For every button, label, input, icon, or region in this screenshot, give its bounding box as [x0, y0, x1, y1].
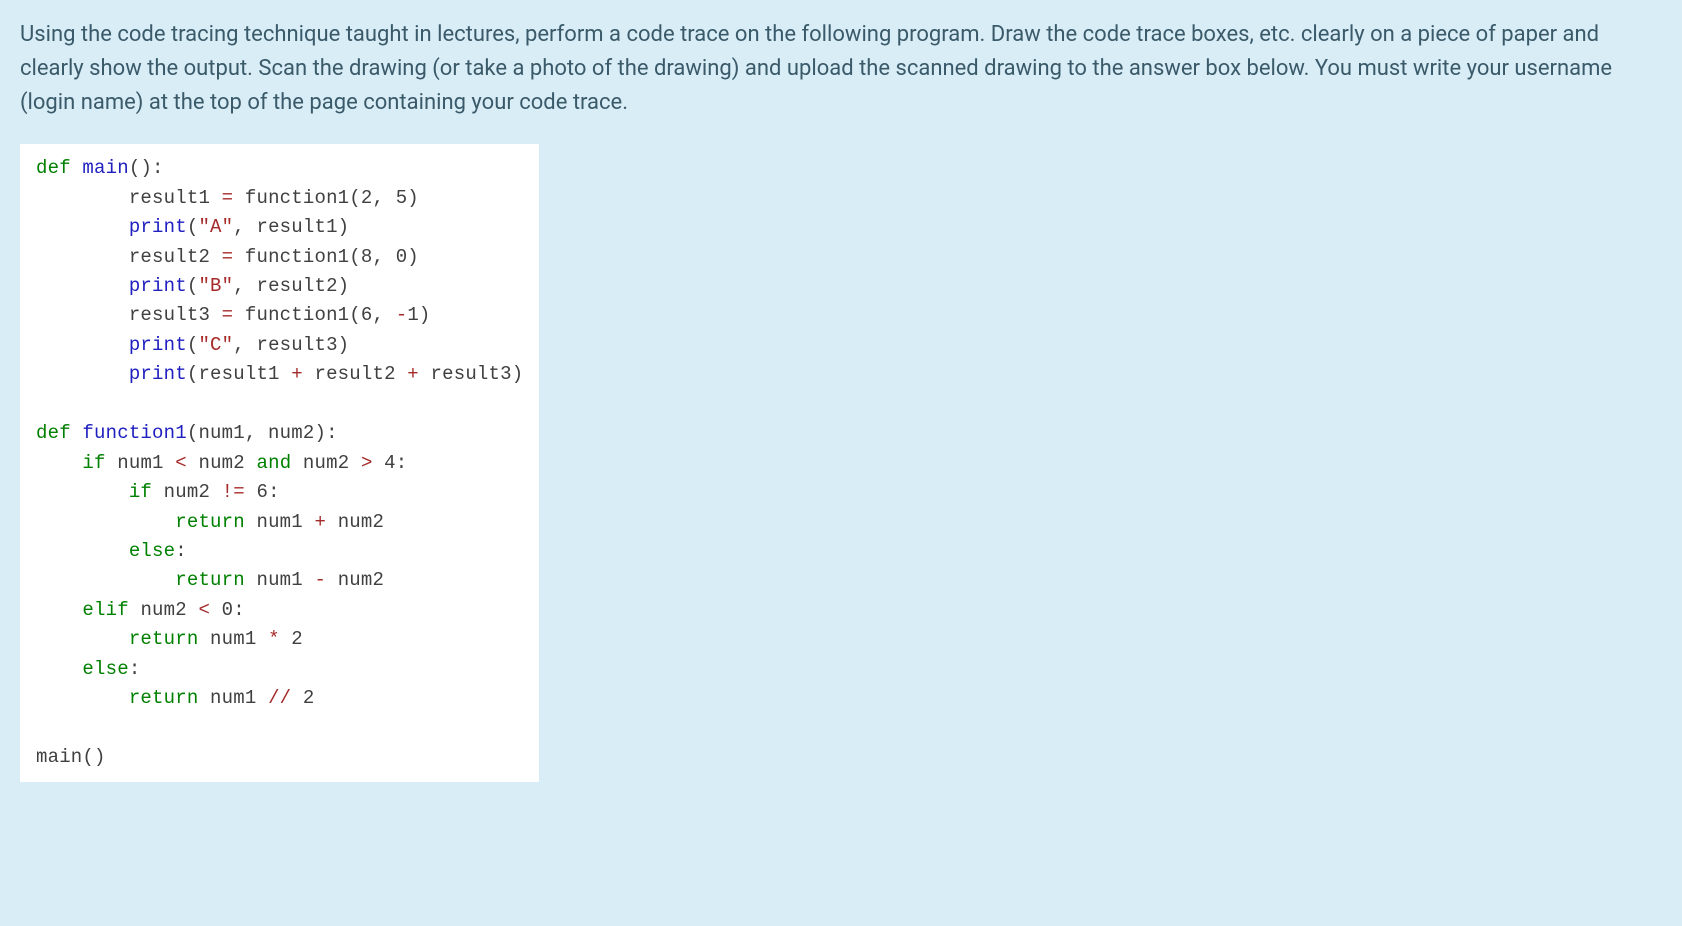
- code-line: def function1(num1, num2):: [36, 419, 523, 448]
- code-line: main(): [36, 743, 523, 772]
- code-block: def main(): result1 = function1(2, 5) pr…: [20, 144, 539, 782]
- code-line: print(result1 + result2 + result3): [36, 360, 523, 389]
- code-line: return num1 // 2: [36, 684, 523, 713]
- code-line: def main():: [36, 154, 523, 183]
- code-line: [36, 390, 523, 419]
- code-line: return num1 + num2: [36, 508, 523, 537]
- code-line: result3 = function1(6, -1): [36, 301, 523, 330]
- code-line: [36, 714, 523, 743]
- code-line: elif num2 < 0:: [36, 596, 523, 625]
- code-line: return num1 - num2: [36, 566, 523, 595]
- code-line: print("C", result3): [36, 331, 523, 360]
- question-text: Using the code tracing technique taught …: [20, 18, 1662, 120]
- code-line: else:: [36, 537, 523, 566]
- code-line: print("B", result2): [36, 272, 523, 301]
- code-line: result1 = function1(2, 5): [36, 184, 523, 213]
- code-line: else:: [36, 655, 523, 684]
- code-line: if num2 != 6:: [36, 478, 523, 507]
- code-line: result2 = function1(8, 0): [36, 243, 523, 272]
- code-line: if num1 < num2 and num2 > 4:: [36, 449, 523, 478]
- code-line: return num1 * 2: [36, 625, 523, 654]
- code-line: print("A", result1): [36, 213, 523, 242]
